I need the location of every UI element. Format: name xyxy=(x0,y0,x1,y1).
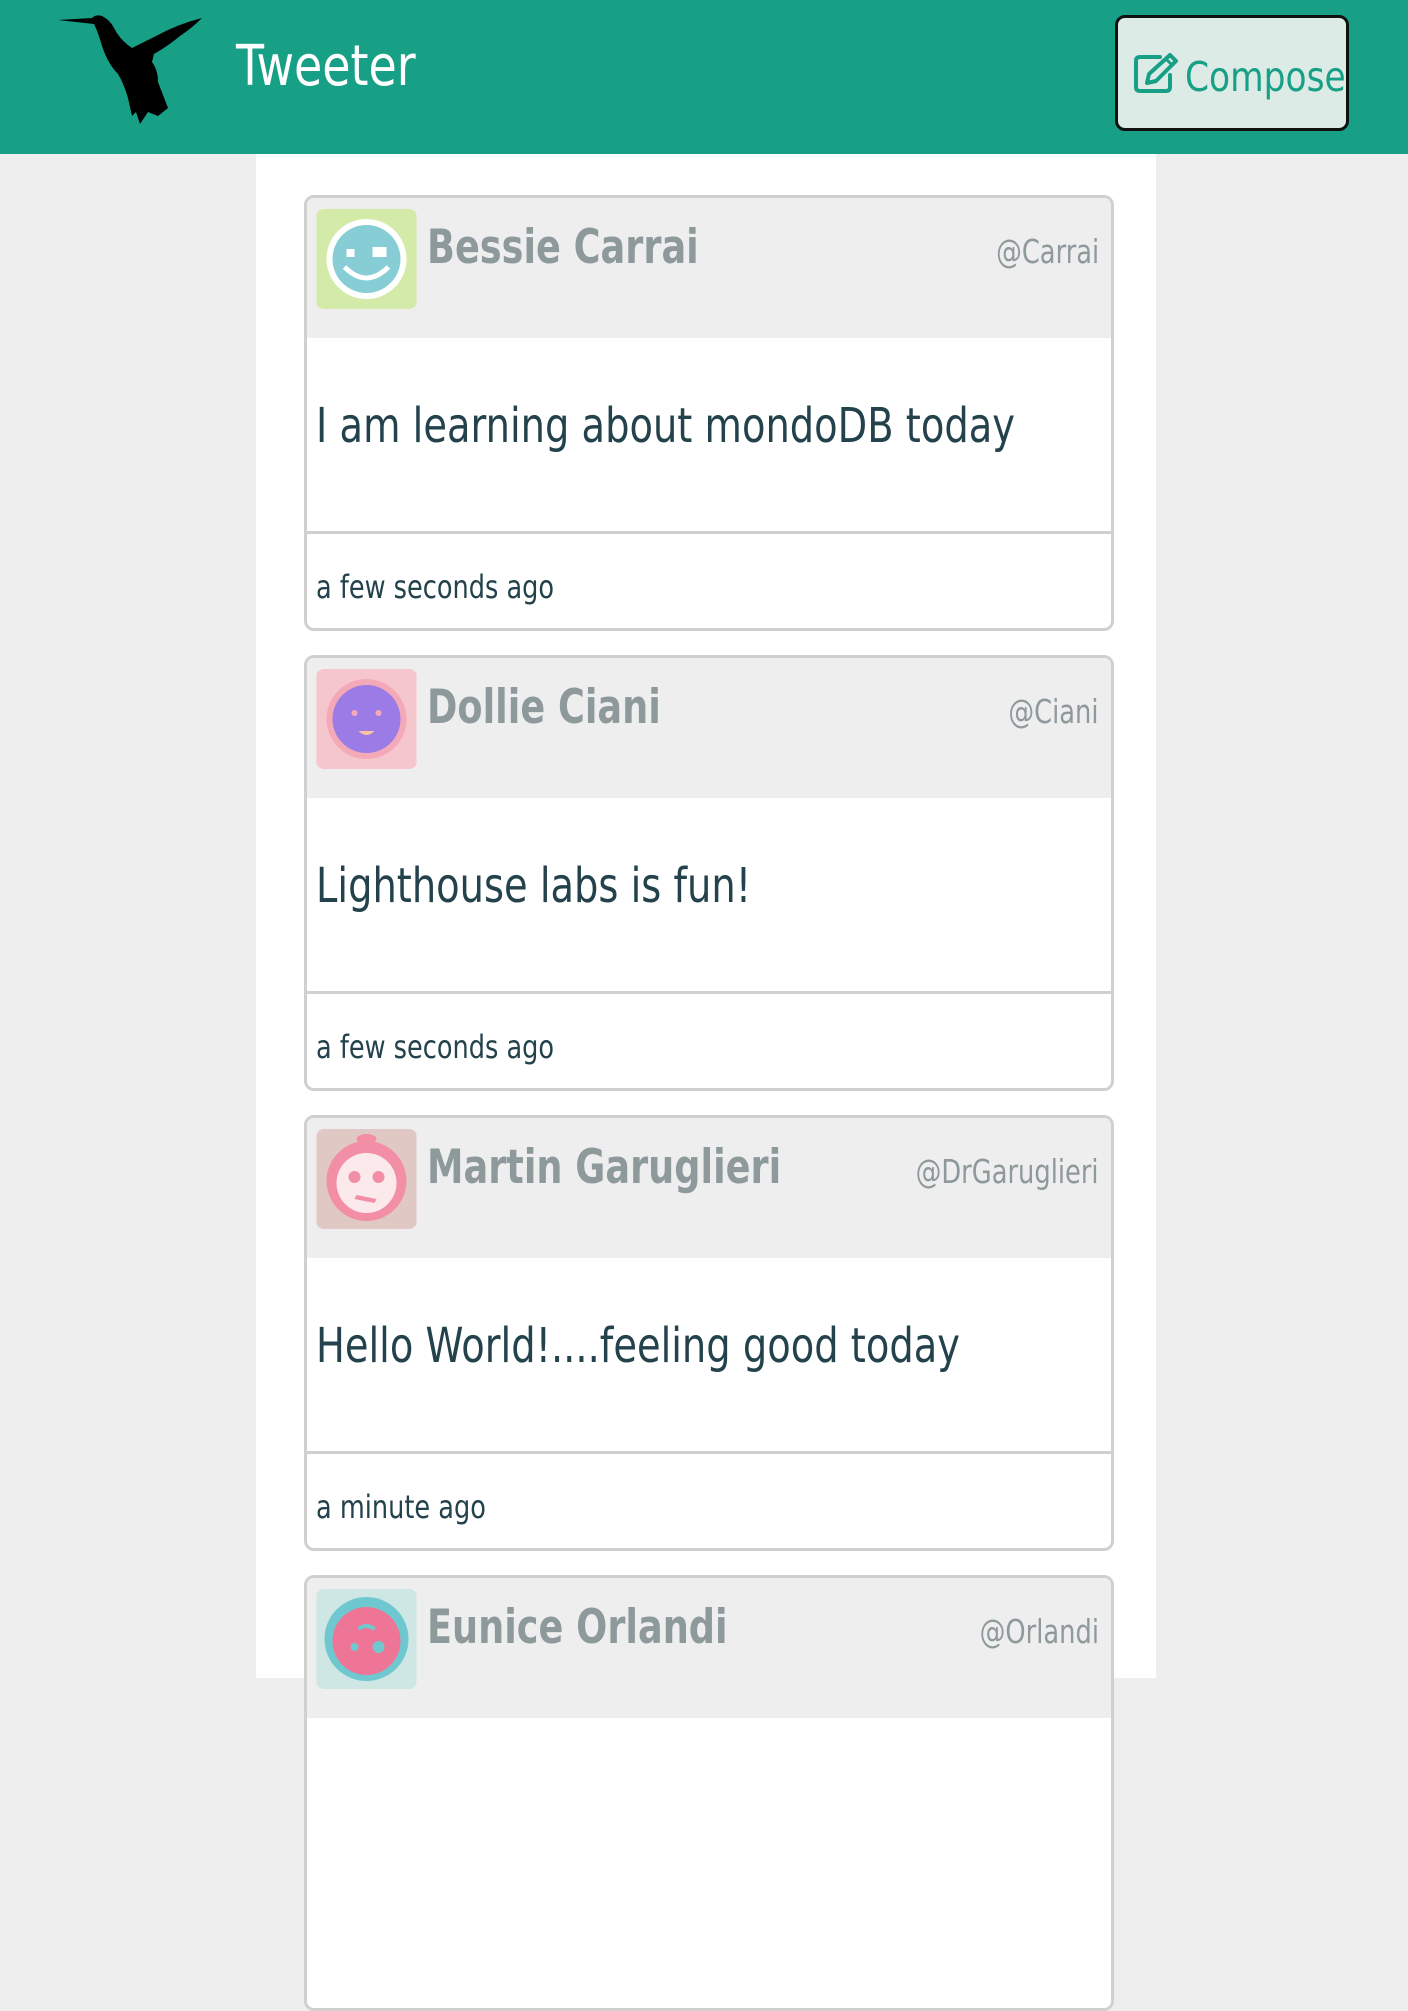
tweet-timestamp: a few seconds ago xyxy=(316,1028,555,1066)
tweet-header: Eunice Orlandi @Orlandi xyxy=(307,1578,1111,1718)
compose-label: Compose xyxy=(1185,53,1346,101)
tweet-card: Bessie Carrai @Carrai I am learning abou… xyxy=(304,195,1114,631)
user-name: Martin Garuglieri xyxy=(427,1140,782,1195)
smiley-avatar-icon xyxy=(316,1129,417,1229)
tweet-card: Martin Garuglieri @DrGaruglieri Hello Wo… xyxy=(304,1115,1114,1551)
smiley-avatar-icon xyxy=(316,209,417,309)
tweet-card: Dollie Ciani @Ciani Lighthouse labs is f… xyxy=(304,655,1114,1091)
user-name: Eunice Orlandi xyxy=(427,1600,728,1655)
hummingbird-icon xyxy=(58,15,202,124)
tweet-timestamp: a minute ago xyxy=(316,1488,486,1526)
smiley-avatar-icon xyxy=(316,1589,417,1689)
tweet-header: Bessie Carrai @Carrai xyxy=(307,198,1111,338)
tweet-divider xyxy=(307,1451,1111,1454)
compose-button[interactable]: Compose xyxy=(1115,15,1349,131)
user-handle: @Carrai xyxy=(995,232,1099,271)
user-handle: @Orlandi xyxy=(979,1612,1099,1651)
tweets-container: Bessie Carrai @Carrai I am learning abou… xyxy=(256,154,1156,2011)
tweet-header: Dollie Ciani @Ciani xyxy=(307,658,1111,798)
tweet-content: I am learning about mondoDB today xyxy=(316,398,1015,454)
tweet-divider xyxy=(307,991,1111,994)
user-handle: @DrGaruglieri xyxy=(916,1152,1099,1191)
tweet-timestamp: a few seconds ago xyxy=(316,568,555,606)
edit-icon xyxy=(1134,53,1178,93)
tweet-card: Eunice Orlandi @Orlandi xyxy=(304,1575,1114,2011)
brand-title[interactable]: Tweeter xyxy=(236,34,416,99)
top-navbar: Tweeter Compose xyxy=(0,0,1408,154)
smiley-avatar-icon xyxy=(316,669,417,769)
user-name: Bessie Carrai xyxy=(427,220,699,275)
tweet-content: Lighthouse labs is fun! xyxy=(316,858,752,914)
tweet-divider xyxy=(307,531,1111,534)
tweet-content: Hello World!....feeling good today xyxy=(316,1318,960,1374)
user-handle: @Ciani xyxy=(1008,692,1099,731)
tweet-header: Martin Garuglieri @DrGaruglieri xyxy=(307,1118,1111,1258)
user-name: Dollie Ciani xyxy=(427,680,661,735)
